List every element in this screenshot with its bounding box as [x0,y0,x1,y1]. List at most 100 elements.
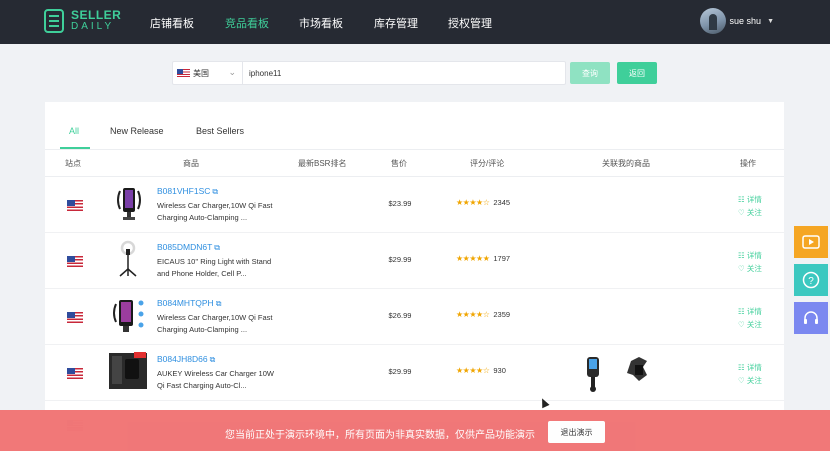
rating-stars: ★★★★☆ 2345 [456,198,510,207]
question-icon: ? [802,271,820,289]
support-button[interactable] [794,302,828,334]
asin-link[interactable]: B084JH8D66 ⧉ [157,354,215,365]
nav-item-store-board[interactable]: 店铺看板 [150,15,194,31]
external-link-icon[interactable]: ⧉ [212,187,218,196]
user-name: sue shu [729,16,762,26]
search-bar: 美国 ⌄ [172,61,566,85]
rating-stars: ★★★★☆ 930 [456,366,506,375]
table-row: B084MHTQPH ⧉ Wireless Car Charger,10W Qi … [45,289,784,345]
table-row: B084JH8D66 ⧉ AUKEY Wireless Car Charger 1… [45,345,784,401]
us-flag-icon [67,368,83,379]
product-table-card: All New Release Best Sellers 站点 商品 最新BSR… [45,102,784,422]
query-button[interactable]: 查询 [570,62,610,84]
table-row: B081VHF1SC ⧉ Wireless Car Charger,10W Qi … [45,177,784,233]
product-image[interactable] [108,239,148,279]
detail-link[interactable]: ☷ 详情 [738,306,762,317]
divider [45,149,784,150]
external-link-icon[interactable]: ⧉ [210,355,216,364]
us-flag-icon [67,256,83,267]
review-count: 2345 [493,198,511,207]
chevron-down-icon: ⌄ [228,67,236,77]
search-input[interactable] [249,65,559,81]
product-name: Wireless Car Charger,10W Qi Fast Chargin… [157,313,273,334]
column-header-site: 站点 [65,159,81,168]
top-nav: SELLER DAILY 店铺看板 竞品看板 市场看板 库存管理 授权管理 su… [0,0,830,44]
product-name: EICAUS 10'' Ring Light with Stand and Ph… [157,257,272,278]
column-header-rating: 评分/评论 [470,159,505,168]
detail-icon: ☷ [738,307,745,316]
logo-icon [44,9,64,33]
price: $23.99 [388,199,412,208]
review-count: 2359 [493,310,511,319]
logo[interactable]: SELLER DAILY [44,9,121,33]
detail-icon: ☷ [738,195,745,204]
asin-link[interactable]: B084MHTQPH ⧉ [157,298,221,309]
follow-link[interactable]: ♡ 关注 [738,319,762,330]
detail-icon: ☷ [738,251,745,260]
review-count: 1797 [493,254,511,263]
help-button[interactable]: ? [794,264,828,296]
exit-demo-button[interactable]: 退出演示 [548,421,605,443]
follow-link[interactable]: ♡ 关注 [738,263,762,274]
tab-best-sellers[interactable]: Best Sellers [196,126,244,136]
nav-item-inventory[interactable]: 库存管理 [374,15,418,31]
follow-link[interactable]: ♡ 关注 [738,375,762,386]
tab-new-release[interactable]: New Release [110,126,164,136]
star-rating-icon: ★★★★☆ [456,310,490,319]
tab-all[interactable]: All [69,126,79,136]
play-icon [802,235,820,249]
product-name: Wireless Car Charger,10W Qi Fast Chargin… [157,201,273,222]
back-button[interactable]: 返回 [617,62,657,84]
star-rating-icon: ★★★★☆ [456,366,490,375]
demo-banner: 您当前正处于演示环境中，所有页面为非真实数据，仅供产品功能演示 退出演示 [0,410,830,451]
demo-banner-text: 您当前正处于演示环境中，所有页面为非真实数据，仅供产品功能演示 [225,430,535,441]
external-link-icon[interactable]: ⧉ [216,299,222,308]
product-image[interactable] [108,183,148,223]
table-row: B085DMDN6T ⧉ EICAUS 10'' Ring Light with … [45,233,784,289]
country-select[interactable]: 美国 ⌄ [173,62,243,84]
avatar[interactable] [699,8,726,34]
detail-link[interactable]: ☷ 详情 [738,194,762,205]
price: $29.99 [388,367,412,376]
svg-text:?: ? [808,276,814,287]
review-count: 930 [493,366,506,375]
related-product-images[interactable] [583,351,663,395]
video-button[interactable] [794,226,828,258]
nav-item-market-board[interactable]: 市场看板 [299,15,343,31]
user-menu[interactable]: sue shu ▼ [699,8,774,34]
external-link-icon[interactable]: ⧉ [214,243,220,252]
column-header-bsr: 最新BSR排名 [298,159,347,168]
caret-down-icon: ▼ [767,17,774,25]
price: $29.99 [388,255,412,264]
logo-text-line1: SELLER [71,8,122,22]
column-header-product: 商品 [183,159,199,168]
country-label: 美国 [193,68,209,78]
column-header-related: 关联我的商品 [602,159,650,168]
product-image[interactable] [108,351,148,391]
detail-link[interactable]: ☷ 详情 [738,250,762,261]
price: $26.99 [388,311,412,320]
detail-link[interactable]: ☷ 详情 [738,362,762,373]
column-header-price: 售价 [391,159,407,168]
us-flag-icon [67,312,83,323]
heart-icon: ♡ [738,320,745,329]
detail-icon: ☷ [738,363,745,372]
rating-stars: ★★★★★ 1797 [456,254,510,263]
rating-stars: ★★★★☆ 2359 [456,310,510,319]
headset-icon [804,311,818,324]
heart-icon: ♡ [738,376,745,385]
column-header-actions: 操作 [740,159,756,168]
follow-link[interactable]: ♡ 关注 [738,207,762,218]
product-image[interactable] [108,295,148,335]
asin-link[interactable]: B081VHF1SC ⧉ [157,186,218,197]
asin-link[interactable]: B085DMDN6T ⧉ [157,242,220,253]
star-rating-icon: ★★★★☆ [456,198,490,207]
heart-icon: ♡ [738,264,745,273]
nav-item-competitor-board[interactable]: 竞品看板 [225,15,269,31]
logo-text-line2: DAILY [71,21,115,32]
nav-item-authorization[interactable]: 授权管理 [448,15,492,31]
us-flag-icon [177,69,190,77]
star-rating-icon: ★★★★★ [456,254,490,263]
us-flag-icon [67,200,83,211]
heart-icon: ♡ [738,208,745,217]
